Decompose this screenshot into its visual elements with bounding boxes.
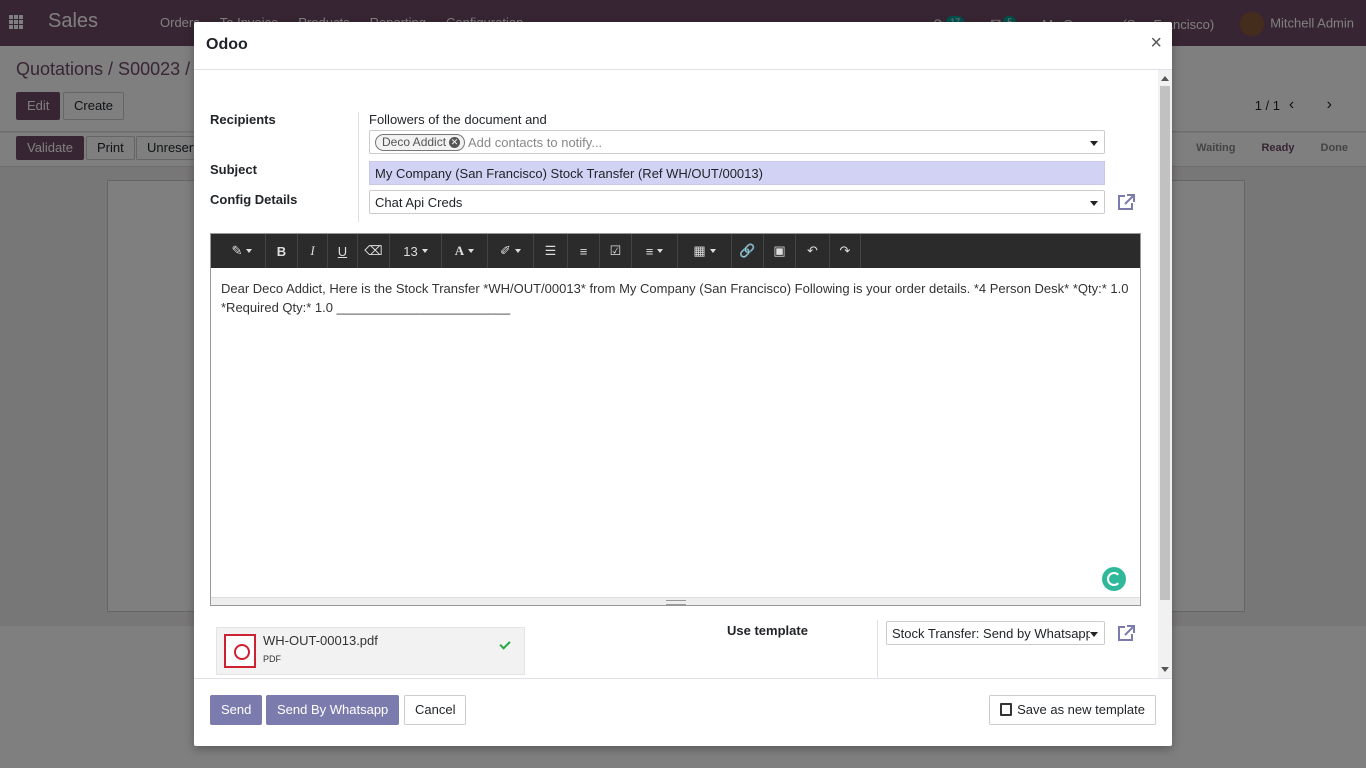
brush-icon[interactable]: ✐	[487, 234, 533, 268]
modal-header: Odoo ×	[194, 22, 1172, 70]
modal-body: Recipients Followers of the document and…	[194, 70, 1158, 678]
attachment-type: PDF	[263, 654, 281, 664]
bullet-list-icon[interactable]: ☰	[533, 234, 567, 268]
recipient-tag: Deco Addict ✕	[375, 134, 466, 151]
send-button[interactable]: Send	[210, 695, 263, 725]
modal-scrollbar[interactable]	[1158, 70, 1172, 678]
editor-toolbar: ✎ B I U ⌫ 13 A ✐ ☰ ≡ ☑ ≡ ▦ 🔗 ▣ ↶ ↷	[211, 234, 1140, 268]
scroll-up-icon[interactable]	[1161, 76, 1169, 81]
attachment-card[interactable]: WH-OUT-00013.pdf PDF	[216, 627, 525, 675]
template-select[interactable]: Stock Transfer: Send by Whatsapp	[886, 621, 1105, 645]
numbered-list-icon[interactable]: ≡	[567, 234, 599, 268]
send-by-whatsapp-button[interactable]: Send By Whatsapp	[266, 695, 400, 725]
checklist-icon[interactable]: ☑	[599, 234, 631, 268]
close-icon[interactable]: ×	[1150, 32, 1162, 55]
scrollbar-thumb[interactable]	[1160, 86, 1170, 600]
underline-icon[interactable]: U	[327, 234, 357, 268]
use-template-label: Use template	[727, 623, 808, 638]
template-divider	[877, 620, 878, 678]
image-icon[interactable]: ▣	[763, 234, 795, 268]
scroll-down-icon[interactable]	[1161, 667, 1169, 672]
save-template-label: Save as new template	[1017, 702, 1145, 717]
magic-wand-icon[interactable]: ✎	[219, 234, 265, 268]
link-icon[interactable]: 🔗	[731, 234, 763, 268]
recipient-tag-label: Deco Addict	[382, 135, 447, 149]
template-value: Stock Transfer: Send by Whatsapp	[892, 626, 1090, 641]
html-editor: ✎ B I U ⌫ 13 A ✐ ☰ ≡ ☑ ≡ ▦ 🔗 ▣ ↶ ↷ Dear …	[210, 233, 1141, 606]
bold-icon[interactable]: B	[265, 234, 297, 268]
font-size-value: 13	[403, 243, 418, 259]
loading-spinner-icon	[1102, 567, 1126, 591]
subject-input[interactable]: My Company (San Francisco) Stock Transfe…	[369, 161, 1105, 185]
save-as-new-template-button[interactable]: Save as new template	[989, 695, 1156, 725]
recipients-caption: Followers of the document and	[369, 112, 547, 127]
modal-title: Odoo	[206, 36, 248, 53]
chevron-down-icon[interactable]	[1090, 141, 1098, 146]
cancel-button[interactable]: Cancel	[404, 695, 467, 725]
config-details-select[interactable]: Chat Api Creds	[369, 190, 1105, 214]
editor-content[interactable]: Dear Deco Addict, Here is the Stock Tran…	[211, 268, 1140, 598]
eraser-icon[interactable]: ⌫	[357, 234, 389, 268]
table-icon[interactable]: ▦	[677, 234, 731, 268]
font-size-dropdown[interactable]: 13	[389, 234, 441, 268]
chevron-down-icon[interactable]	[1090, 632, 1098, 637]
remove-tag-icon[interactable]: ✕	[449, 137, 461, 149]
compose-dialog: Odoo × Recipients Followers of the docum…	[194, 22, 1172, 746]
save-icon	[1000, 703, 1013, 716]
redo-icon[interactable]: ↷	[829, 234, 861, 268]
config-details-label: Config Details	[210, 192, 298, 207]
attachment-filename: WH-OUT-00013.pdf	[263, 633, 378, 648]
recipients-label: Recipients	[210, 112, 276, 127]
external-link-icon[interactable]	[1116, 624, 1136, 642]
recipients-input[interactable]: Add contacts to notify...	[468, 135, 602, 150]
undo-icon[interactable]: ↶	[795, 234, 829, 268]
font-color-icon[interactable]: A	[441, 234, 487, 268]
align-icon[interactable]: ≡	[631, 234, 677, 268]
chevron-down-icon[interactable]	[1090, 201, 1098, 206]
config-details-value: Chat Api Creds	[375, 195, 463, 210]
recipients-field[interactable]: Deco Addict ✕ Add contacts to notify...	[369, 130, 1105, 154]
pdf-file-icon	[224, 634, 256, 668]
editor-resize-handle[interactable]	[211, 597, 1140, 605]
italic-icon[interactable]: I	[297, 234, 327, 268]
subject-label: Subject	[210, 162, 257, 177]
check-icon	[499, 638, 511, 650]
label-divider	[358, 112, 359, 222]
modal-footer: Send Send By Whatsapp Cancel Save as new…	[194, 678, 1172, 746]
external-link-icon[interactable]	[1116, 193, 1136, 211]
